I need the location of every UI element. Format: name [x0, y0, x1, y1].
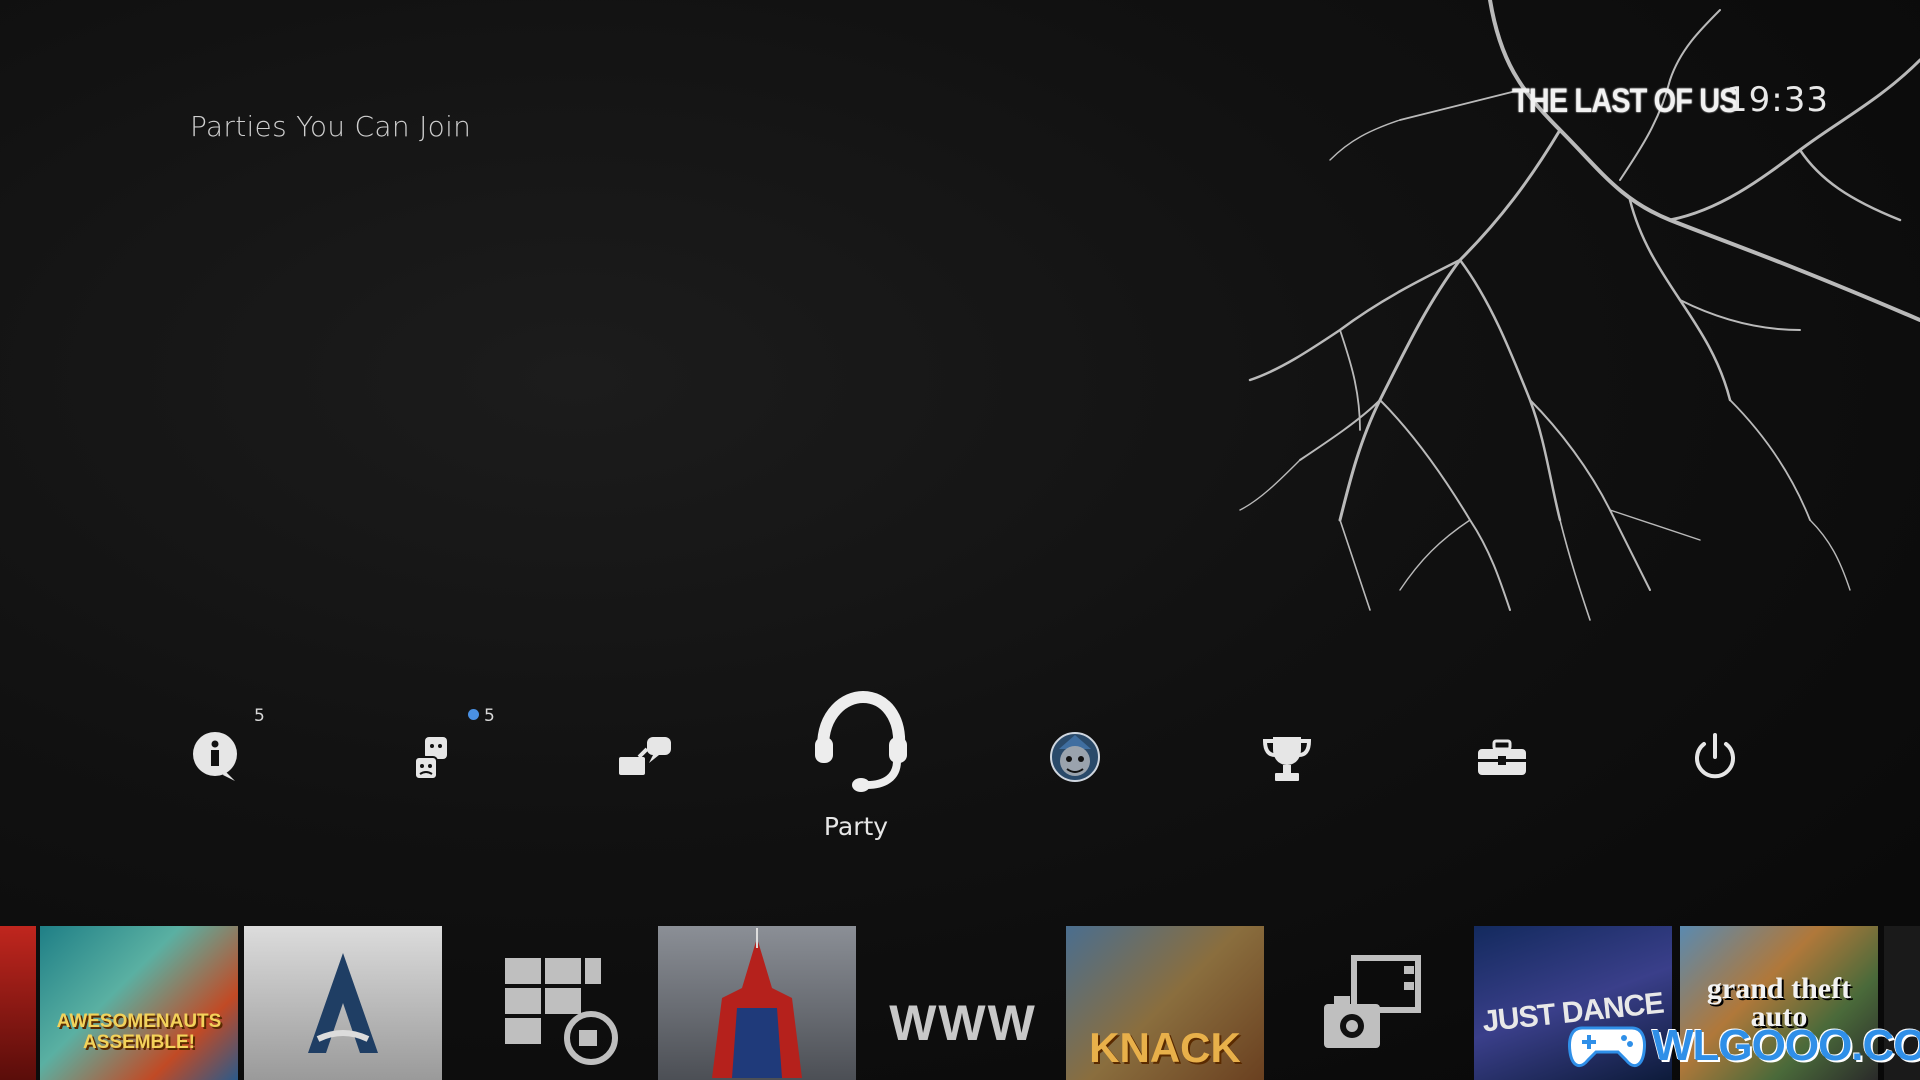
trophies-button[interactable]	[1242, 712, 1332, 802]
friends-badge: 5	[468, 706, 495, 726]
messages-button[interactable]	[600, 712, 690, 802]
tile-knack-title: KNACK	[1089, 1024, 1241, 1071]
section-title: Parties You Can Join	[190, 110, 472, 143]
capture-gallery-icon	[1324, 955, 1421, 1048]
settings-button[interactable]	[1457, 712, 1547, 802]
tile-capture-gallery[interactable]	[1270, 926, 1468, 1080]
notifications-badge: 5	[254, 706, 265, 726]
messages-icon	[619, 737, 671, 775]
tile-tv-video[interactable]	[452, 926, 650, 1080]
power-icon	[1695, 733, 1735, 779]
gamepad-icon	[1568, 1026, 1646, 1068]
settings-toolbox-icon	[1478, 739, 1526, 775]
watermark-text: WLGOOO.COM	[1652, 1021, 1920, 1070]
party-button[interactable]	[800, 680, 920, 800]
tile-spiderman[interactable]	[658, 926, 856, 1080]
watermark: WLGOOO.COM	[1568, 1016, 1920, 1076]
profile-button[interactable]	[1030, 712, 1120, 802]
selected-function-label: Party	[823, 812, 889, 841]
notifications-button[interactable]	[172, 712, 262, 802]
friends-button[interactable]	[388, 712, 478, 802]
notifications-icon	[193, 732, 237, 781]
partial-tile-left[interactable]	[0, 926, 36, 1080]
party-headset-icon	[815, 690, 907, 792]
tile-awesomenauts[interactable]: AWESOMENAUTS ASSEMBLE!	[40, 926, 238, 1080]
clock: 19:33	[1726, 80, 1829, 120]
online-dot	[468, 709, 479, 720]
assassins-creed-logo-icon	[308, 953, 378, 1053]
tile-awesomenauts-title: AWESOMENAUTS ASSEMBLE!	[56, 1011, 222, 1053]
power-button[interactable]	[1670, 712, 1760, 802]
tile-browser-title: WWW	[889, 995, 1037, 1051]
tv-video-icon	[505, 958, 618, 1065]
tile-internet-browser[interactable]: WWW	[864, 926, 1062, 1080]
tile-knack[interactable]: KNACK	[1066, 926, 1264, 1080]
friends-icon	[414, 737, 447, 780]
trophy-icon	[1262, 737, 1312, 781]
spiderman-art-icon	[712, 928, 802, 1078]
profile-avatar-icon	[1050, 732, 1100, 782]
tile-assassins-creed[interactable]	[244, 926, 442, 1080]
game-title-logo: THE LAST OF US	[1512, 82, 1739, 120]
